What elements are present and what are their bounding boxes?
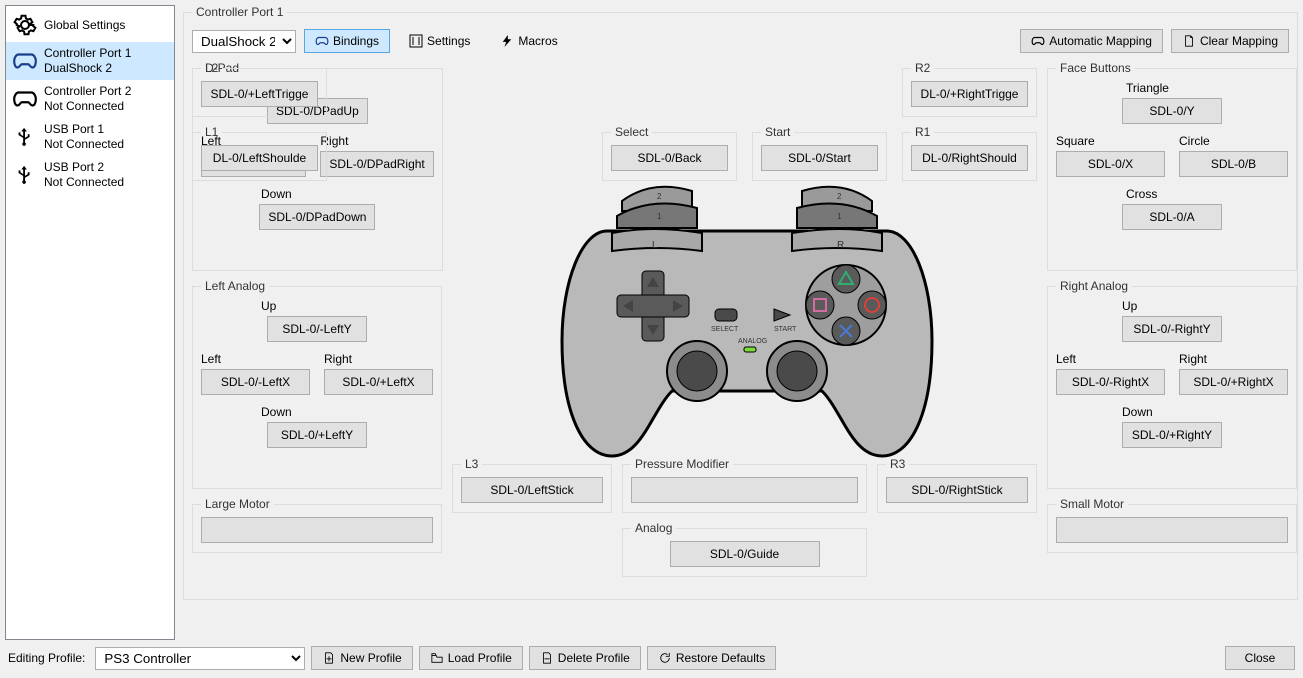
bind-lstick-down[interactable]: SDL-0/+LeftY <box>267 422 367 448</box>
group-r1: R1 DL-0/RightShould <box>902 125 1037 181</box>
svg-text:L: L <box>652 240 658 251</box>
bind-l3[interactable]: SDL-0/LeftStick <box>461 477 603 503</box>
bind-lstick-right[interactable]: SDL-0/+LeftX <box>324 369 433 395</box>
new-profile-button[interactable]: New Profile <box>311 646 412 670</box>
restore-defaults-button[interactable]: Restore Defaults <box>647 646 776 670</box>
bind-r2[interactable]: DL-0/+RightTrigge <box>911 81 1028 107</box>
bind-large-motor[interactable] <box>201 517 433 543</box>
group-pressure: Pressure Modifier <box>622 457 867 513</box>
svg-text:1: 1 <box>657 212 662 221</box>
svg-text:START: START <box>774 326 797 333</box>
usb-icon <box>12 162 38 188</box>
group-r3: R3 SDL-0/RightStick <box>877 457 1037 513</box>
tab-settings[interactable]: Settings <box>398 29 481 53</box>
svg-text:ANALOG: ANALOG <box>738 338 767 345</box>
controller-diagram: 2 2 1 1 L R <box>552 181 942 461</box>
sidebar-item-sublabel: Not Connected <box>44 175 124 190</box>
bind-pressure[interactable] <box>631 477 858 503</box>
bind-analog[interactable]: SDL-0/Guide <box>670 541 820 567</box>
sidebar-item-controller-port-1[interactable]: Controller Port 1 DualShock 2 <box>6 42 174 80</box>
sidebar-item-sublabel: DualShock 2 <box>44 61 131 76</box>
delete-profile-button[interactable]: Delete Profile <box>529 646 641 670</box>
bind-dpad-right[interactable]: SDL-0/DPadRight <box>320 151 433 177</box>
bind-triangle[interactable]: SDL-0/Y <box>1122 98 1222 124</box>
controller-type-select[interactable]: DualShock 2 <box>192 30 296 53</box>
bind-select[interactable]: SDL-0/Back <box>611 145 728 171</box>
footer: Editing Profile: PS3 Controller New Prof… <box>0 640 1303 678</box>
bind-rstick-right[interactable]: SDL-0/+RightX <box>1179 369 1288 395</box>
svg-text:SELECT: SELECT <box>711 326 739 333</box>
controller-port-fieldset: Controller Port 1 DualShock 2 Bindings S… <box>183 5 1298 600</box>
sidebar-item-usb-port-2[interactable]: USB Port 2 Not Connected <box>6 156 174 194</box>
bind-cross[interactable]: SDL-0/A <box>1122 204 1222 230</box>
bind-square[interactable]: SDL-0/X <box>1056 151 1165 177</box>
file-plus-icon <box>322 651 336 665</box>
svg-text:1: 1 <box>837 212 842 221</box>
group-start: Start SDL-0/Start <box>752 125 887 181</box>
file-icon <box>1182 34 1196 48</box>
toolbar: DualShock 2 Bindings Settings Macros <box>192 25 1289 61</box>
sliders-icon <box>409 34 423 48</box>
group-l1: L1 DL-0/LeftShoulde <box>192 125 327 181</box>
svg-text:2: 2 <box>657 192 662 201</box>
bind-l2[interactable]: SDL-0/+LeftTrigge <box>201 81 318 107</box>
sidebar-item-sublabel: Not Connected <box>44 137 124 152</box>
group-small-motor: Small Motor <box>1047 497 1297 553</box>
refresh-icon <box>658 651 672 665</box>
group-right-analog: Right Analog Up SDL-0/-RightY Left SDL-0… <box>1047 279 1297 489</box>
automatic-mapping-button[interactable]: Automatic Mapping <box>1020 29 1163 53</box>
clear-mapping-button[interactable]: Clear Mapping <box>1171 29 1289 53</box>
bind-small-motor[interactable] <box>1056 517 1288 543</box>
bind-start[interactable]: SDL-0/Start <box>761 145 878 171</box>
sidebar-item-global-settings[interactable]: Global Settings <box>6 8 174 42</box>
group-large-motor: Large Motor <box>192 497 442 553</box>
lightning-icon <box>500 34 514 48</box>
bind-l1[interactable]: DL-0/LeftShoulde <box>201 145 318 171</box>
bind-dpad-down[interactable]: SDL-0/DPadDown <box>259 204 375 230</box>
file-minus-icon <box>540 651 554 665</box>
tab-macros[interactable]: Macros <box>489 29 568 53</box>
bind-circle[interactable]: SDL-0/B <box>1179 151 1288 177</box>
bind-rstick-left[interactable]: SDL-0/-RightX <box>1056 369 1165 395</box>
gamepad-icon <box>1031 34 1045 48</box>
bind-r1[interactable]: DL-0/RightShould <box>911 145 1028 171</box>
gamepad-icon <box>315 34 329 48</box>
editing-profile-label: Editing Profile: <box>8 651 85 665</box>
group-face-buttons: Face Buttons Triangle SDL-0/Y Square SDL… <box>1047 61 1297 271</box>
usb-icon <box>12 124 38 150</box>
sidebar-item-label: Controller Port 2 <box>44 84 131 99</box>
bind-r3[interactable]: SDL-0/RightStick <box>886 477 1028 503</box>
profile-select[interactable]: PS3 Controller <box>95 647 305 670</box>
close-button[interactable]: Close <box>1225 646 1295 670</box>
svg-text:R: R <box>837 240 844 251</box>
sidebar-item-label: Controller Port 1 <box>44 46 131 61</box>
page-title: Controller Port 1 <box>192 5 287 19</box>
load-profile-button[interactable]: Load Profile <box>419 646 523 670</box>
group-left-analog: Left Analog Up SDL-0/-LeftY Left SDL-0/-… <box>192 279 442 489</box>
group-l3: L3 SDL-0/LeftStick <box>452 457 612 513</box>
sidebar-item-controller-port-2[interactable]: Controller Port 2 Not Connected <box>6 80 174 118</box>
sidebar-item-label: Global Settings <box>44 18 125 33</box>
sidebar-item-label: USB Port 1 <box>44 122 124 137</box>
bind-lstick-up[interactable]: SDL-0/-LeftY <box>267 316 367 342</box>
svg-text:2: 2 <box>837 192 842 201</box>
group-analog: Analog SDL-0/Guide <box>622 521 867 577</box>
sidebar-item-label: USB Port 2 <box>44 160 124 175</box>
bind-lstick-left[interactable]: SDL-0/-LeftX <box>201 369 310 395</box>
sidebar: Global Settings Controller Port 1 DualSh… <box>5 5 175 640</box>
gear-icon <box>12 12 38 38</box>
sidebar-item-usb-port-1[interactable]: USB Port 1 Not Connected <box>6 118 174 156</box>
group-r2: R2 DL-0/+RightTrigge <box>902 61 1037 117</box>
gamepad-icon <box>12 48 38 74</box>
bind-rstick-down[interactable]: SDL-0/+RightY <box>1122 422 1222 448</box>
group-l2: L2 SDL-0/+LeftTrigge <box>192 61 327 117</box>
bind-rstick-up[interactable]: SDL-0/-RightY <box>1122 316 1222 342</box>
group-select: Select SDL-0/Back <box>602 125 737 181</box>
sidebar-item-sublabel: Not Connected <box>44 99 131 114</box>
gamepad-icon <box>12 86 38 112</box>
folder-open-icon <box>430 651 444 665</box>
tab-bindings[interactable]: Bindings <box>304 29 390 53</box>
